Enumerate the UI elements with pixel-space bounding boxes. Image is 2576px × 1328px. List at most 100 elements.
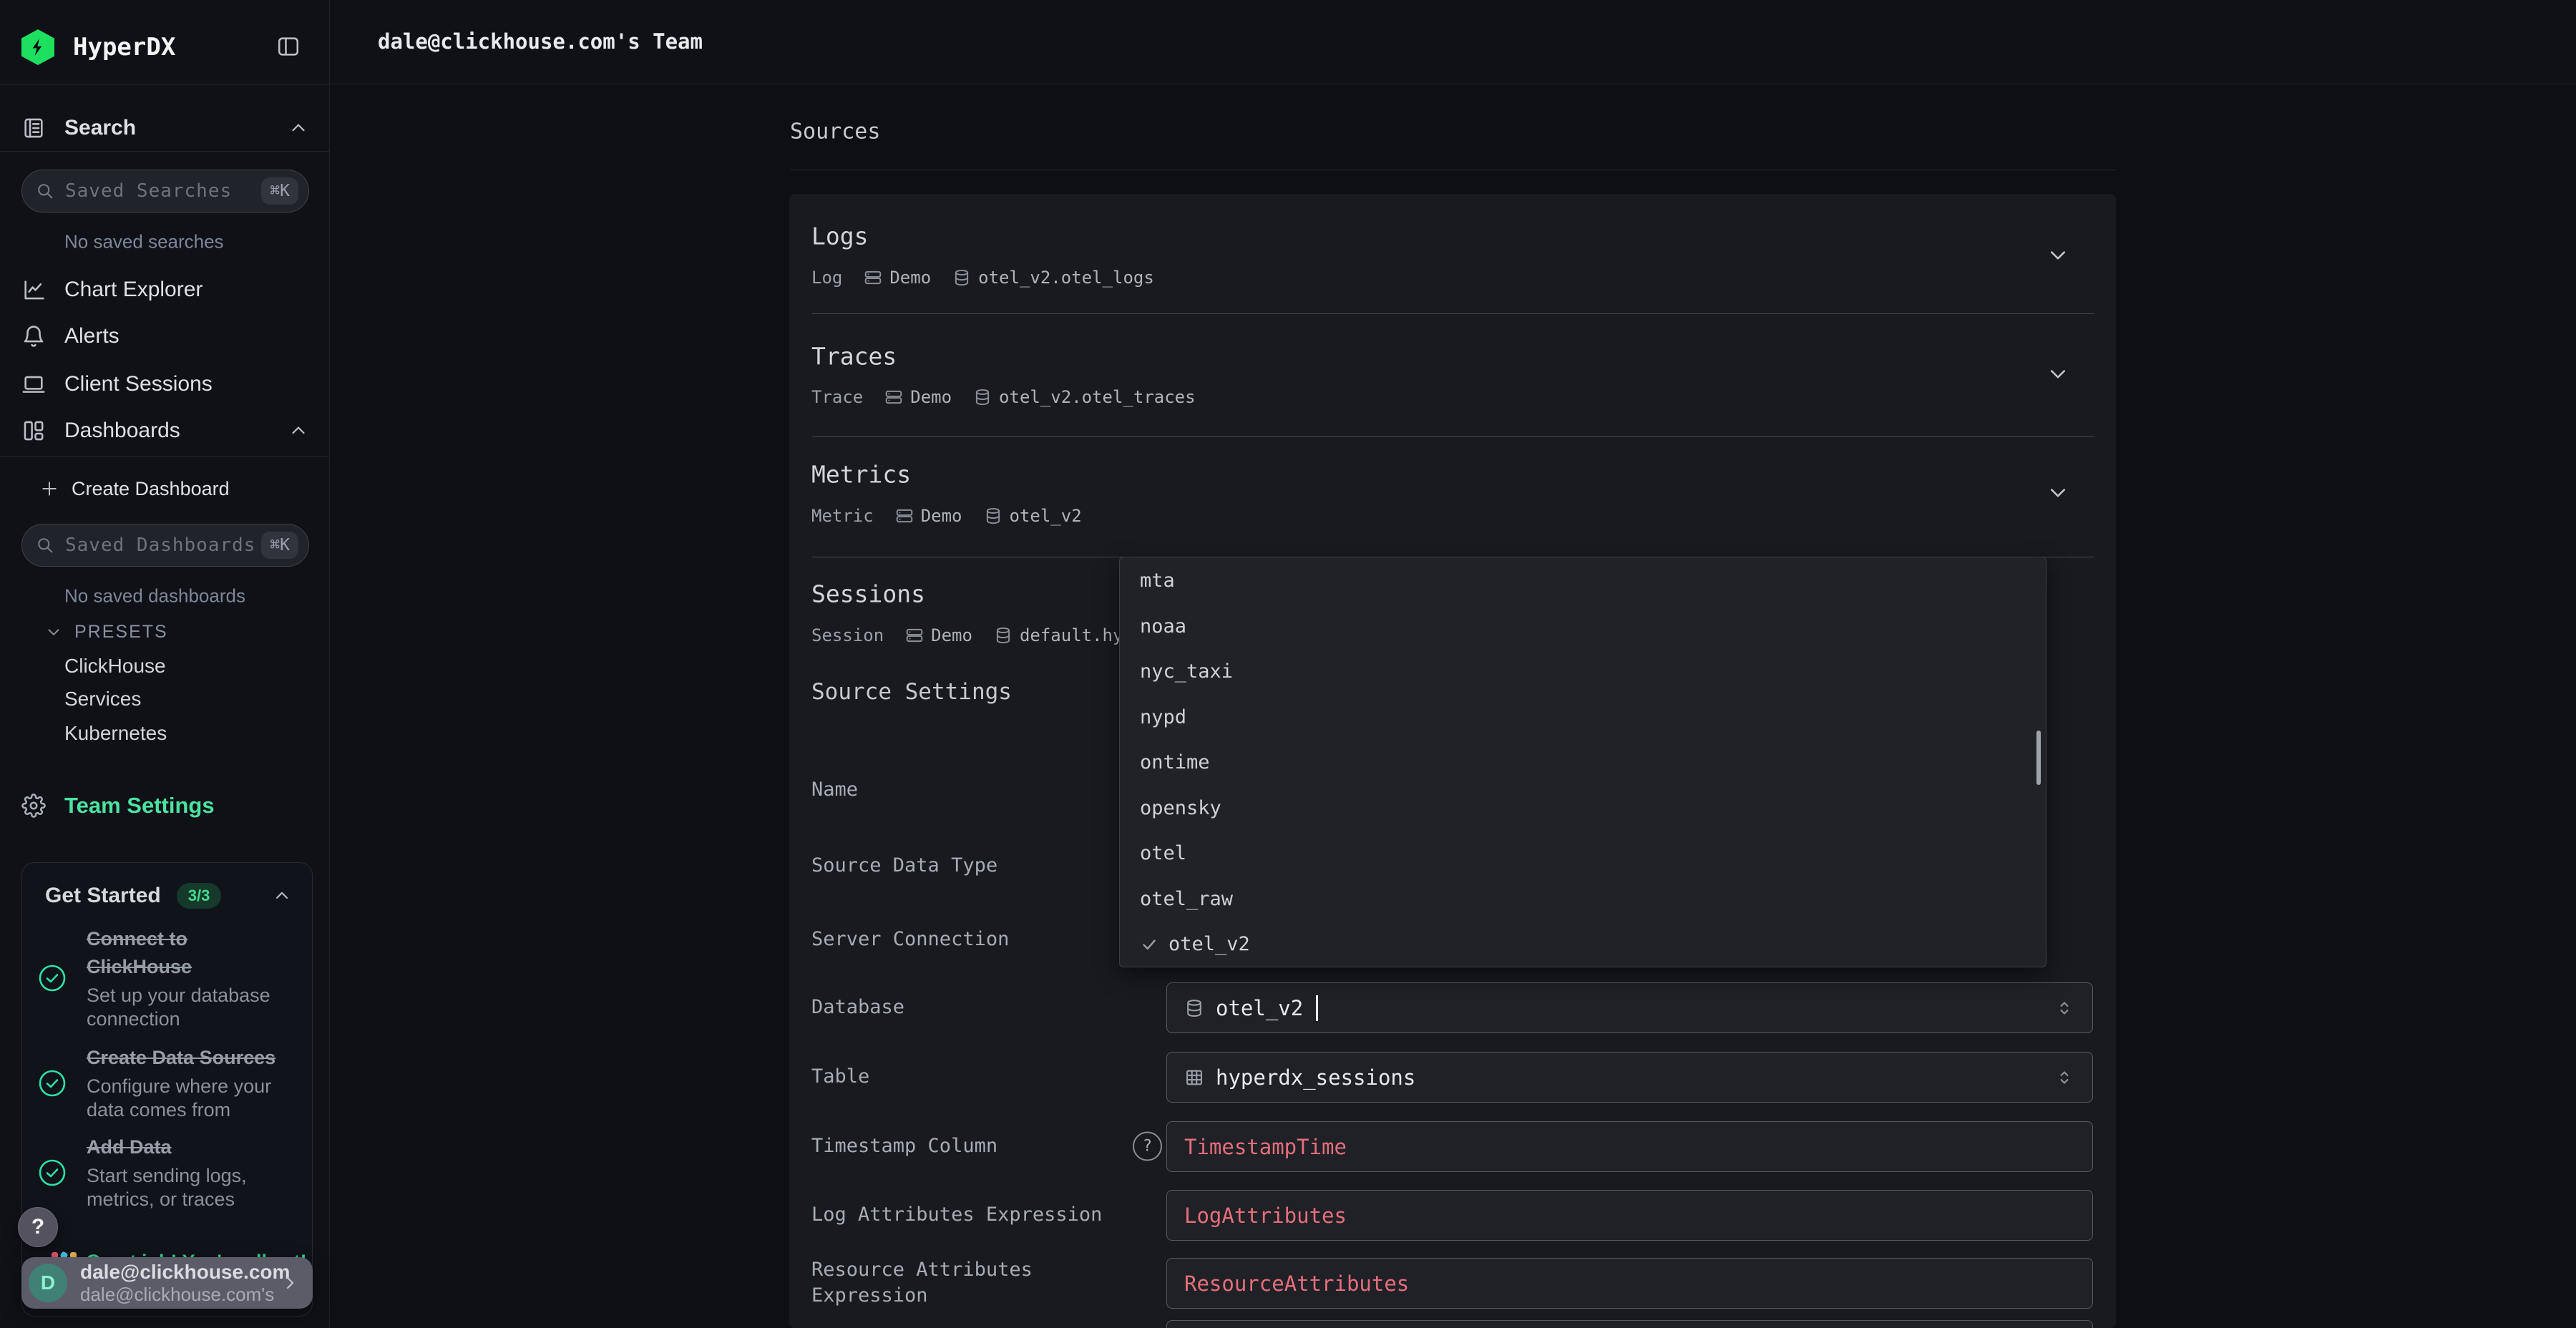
chevron-up-icon[interactable] <box>288 420 309 441</box>
dropdown-option[interactable]: ontime <box>1120 740 2046 786</box>
dropdown-option[interactable]: nyc_taxi <box>1120 649 2046 695</box>
laptop-icon <box>21 372 46 396</box>
chevron-down-icon <box>44 622 63 641</box>
sidebar-item-dashboards[interactable]: Dashboards <box>21 407 309 454</box>
log-attributes-input[interactable]: LogAttributes <box>1166 1190 2093 1241</box>
dropdown-option-selected[interactable]: otel_v2 <box>1120 922 2046 967</box>
sidebar-item-kubernetes[interactable]: Kubernetes <box>64 722 167 745</box>
user-email: dale@clickhouse.com <box>80 1261 267 1284</box>
source-logs-meta: Log Demo otel_v2.otel_logs <box>811 268 1154 288</box>
chevron-up-icon[interactable] <box>272 886 292 906</box>
timestamp-value: TimestampTime <box>1184 1135 1347 1159</box>
database-icon <box>984 507 1002 525</box>
resource-attributes-input[interactable]: ResourceAttributes <box>1166 1258 2093 1309</box>
create-dashboard-label: Create Dashboard <box>72 478 230 500</box>
table-label: Table <box>811 1064 869 1090</box>
dashboards-kbd-badge: ⌘K <box>261 532 298 559</box>
presets-toggle[interactable]: PRESETS <box>44 610 309 653</box>
get-started-item: Create Data Sources Configure where your… <box>38 1044 296 1122</box>
dropdown-scrollbar[interactable] <box>2036 731 2041 785</box>
page-header-title: dale@clickhouse.com's Team <box>378 29 703 54</box>
sidebar: HyperDX Search Saved Searches ⌘K No save… <box>0 0 330 1328</box>
source-data-type-label: Source Data Type <box>811 853 997 879</box>
timestamp-label: Timestamp Column <box>811 1133 997 1159</box>
check-circle-icon <box>38 1069 67 1098</box>
saved-dashboards-placeholder: Saved Dashboards <box>65 534 261 556</box>
hyperdx-logo-icon <box>21 29 54 65</box>
database-value: otel_v2 <box>1216 996 1303 1020</box>
database-icon <box>1184 998 1204 1018</box>
dropdown-option[interactable]: noaa <box>1120 604 2046 650</box>
saved-dashboards-input[interactable]: Saved Dashboards ⌘K <box>21 524 309 567</box>
avatar: D <box>29 1264 67 1302</box>
dropdown-option[interactable]: opensky <box>1120 786 2046 831</box>
search-icon <box>35 181 55 201</box>
dropdown-option[interactable]: nypd <box>1120 695 2046 741</box>
user-menu[interactable]: D dale@clickhouse.com dale@clickhouse.co… <box>21 1257 313 1309</box>
sidebar-search-label: Search <box>64 116 136 140</box>
plus-icon <box>40 479 59 498</box>
gear-icon <box>21 794 46 818</box>
sidebar-item-chart-explorer[interactable]: Chart Explorer <box>21 266 309 313</box>
server-icon <box>895 507 914 525</box>
search-kbd-badge: ⌘K <box>261 177 298 205</box>
sources-title: Sources <box>790 119 880 145</box>
sidebar-item-clickhouse[interactable]: ClickHouse <box>64 655 166 678</box>
name-label: Name <box>811 777 858 803</box>
database-label: Database <box>811 995 904 1020</box>
get-started-item: Connect to ClickHouse Set up your databa… <box>38 925 296 1031</box>
resource-attributes-label: Resource Attributes Expression <box>811 1257 1033 1309</box>
saved-searches-input[interactable]: Saved Searches ⌘K <box>21 170 309 213</box>
expand-traces-button[interactable] <box>2043 358 2073 389</box>
table-select[interactable]: hyperdx_sessions <box>1166 1052 2093 1103</box>
expand-metrics-button[interactable] <box>2043 477 2073 507</box>
table-value: hyperdx_sessions <box>1216 1065 1415 1090</box>
sidebar-item-services[interactable]: Services <box>64 688 141 711</box>
search-notebook-icon <box>21 116 46 140</box>
table-icon <box>1184 1068 1204 1088</box>
brand-name: HyperDX <box>73 33 175 62</box>
text-caret <box>1316 995 1318 1021</box>
database-dropdown: mta noaa nyc_taxi nypd ontime opensky ot… <box>1119 557 2046 967</box>
select-updown-icon <box>2054 1065 2075 1090</box>
presets-label: PRESETS <box>74 622 168 643</box>
chevron-up-icon[interactable] <box>288 117 309 139</box>
grid-icon <box>21 419 46 443</box>
sidebar-item-team-settings[interactable]: Team Settings <box>21 782 309 829</box>
get-started-panel: Get Started 3/3 Connect to ClickHouse Se… <box>21 862 313 1317</box>
log-attributes-value: LogAttributes <box>1184 1204 1347 1228</box>
get-started-item: Add Data Start sending logs, metrics, or… <box>38 1133 296 1211</box>
get-started-progress-badge: 3/3 <box>177 883 222 909</box>
server-icon <box>864 268 882 287</box>
check-circle-icon <box>38 964 67 992</box>
timestamp-input[interactable]: TimestampTime <box>1166 1121 2093 1172</box>
database-icon <box>994 626 1013 645</box>
select-updown-icon <box>2054 996 2075 1020</box>
database-icon <box>952 268 971 287</box>
expand-logs-button[interactable] <box>2043 240 2073 270</box>
database-select[interactable]: otel_v2 <box>1166 982 2093 1033</box>
dropdown-option[interactable]: otel_raw <box>1120 877 2046 922</box>
next-input-partial[interactable] <box>1166 1320 2093 1328</box>
sidebar-section-search[interactable]: Search <box>21 105 309 151</box>
resource-attributes-value: ResourceAttributes <box>1184 1271 1409 1296</box>
sidebar-item-client-sessions[interactable]: Client Sessions <box>21 361 309 408</box>
check-circle-icon <box>38 1158 67 1187</box>
create-dashboard-button[interactable]: Create Dashboard <box>40 467 309 510</box>
search-icon <box>35 535 55 555</box>
source-settings-title: Source Settings <box>811 679 1012 705</box>
team-settings-label: Team Settings <box>64 793 215 819</box>
source-traces-meta: Trace Demo otel_v2.otel_traces <box>811 387 1196 407</box>
chevron-right-icon <box>280 1273 300 1293</box>
log-attributes-label: Log Attributes Expression <box>811 1202 1102 1228</box>
dropdown-option[interactable]: mta <box>1120 558 2046 604</box>
get-started-title: Get Started <box>45 884 161 908</box>
server-icon <box>884 388 903 406</box>
help-button[interactable]: ? <box>18 1207 58 1247</box>
timestamp-help-icon[interactable]: ? <box>1133 1132 1162 1161</box>
collapse-sidebar-icon[interactable] <box>275 34 301 59</box>
sidebar-item-alerts[interactable]: Alerts <box>21 313 309 360</box>
user-team: dale@clickhouse.com's <box>80 1284 267 1305</box>
dropdown-option[interactable]: otel <box>1120 831 2046 877</box>
source-traces-title: Traces <box>811 343 897 371</box>
